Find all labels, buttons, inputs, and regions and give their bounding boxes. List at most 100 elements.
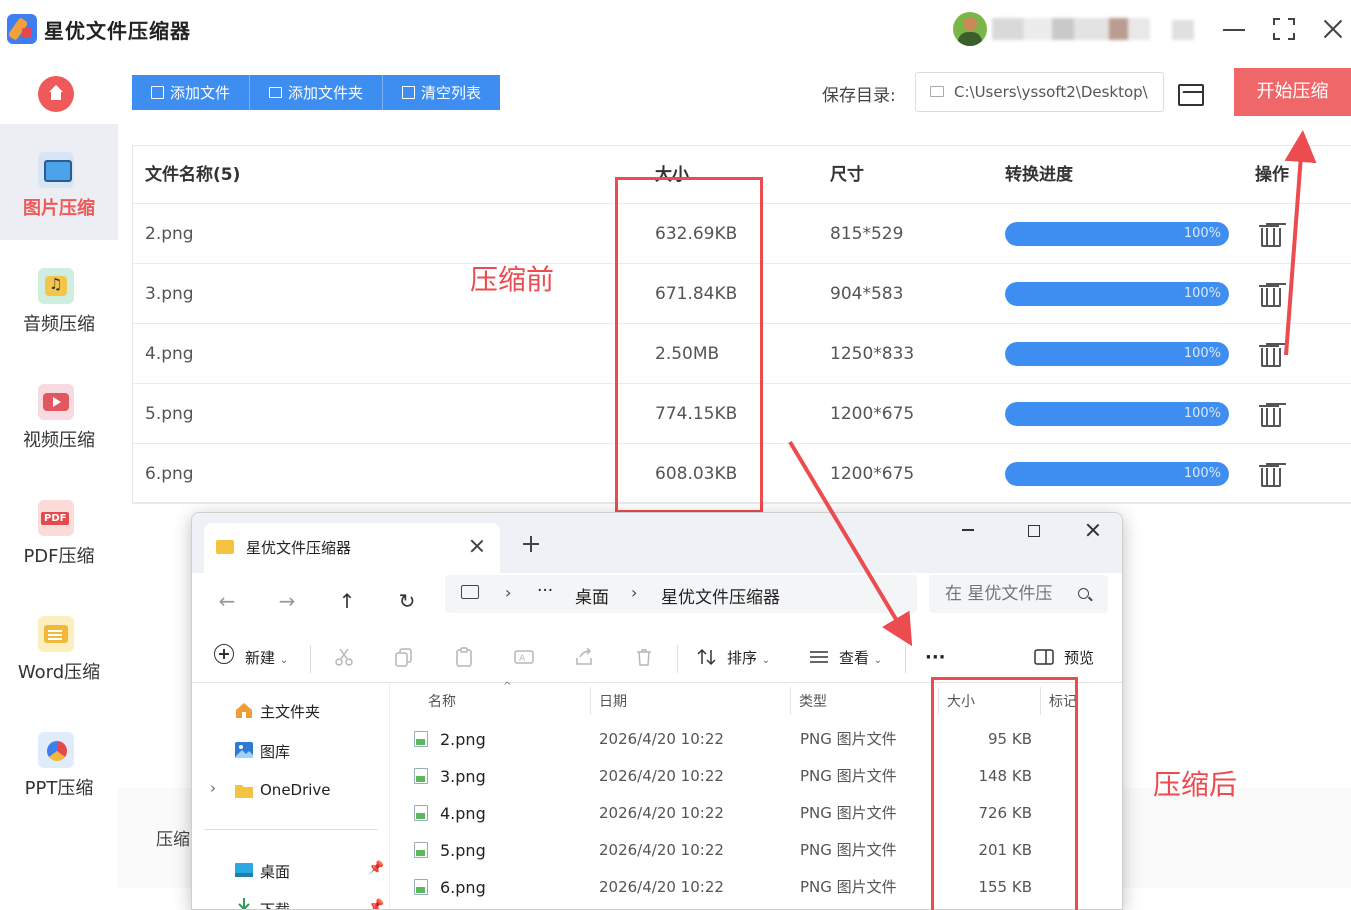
minimize-icon[interactable] [1221,16,1247,42]
add-folder-button[interactable]: 添加文件夹 [250,75,384,110]
sidebar-item-audio[interactable]: 音频压缩 [0,240,118,356]
delete-row-icon[interactable] [1259,283,1281,307]
col-date-header[interactable]: 日期 [599,691,627,711]
new-button[interactable]: 新建 ⌄ [245,643,288,673]
nav-onedrive[interactable]: OneDrive [260,781,331,799]
up-arrow-icon[interactable]: ↑ [335,589,359,613]
preview-button[interactable]: 预览 [1064,643,1094,673]
progress-text: 100% [1183,346,1221,361]
nav-desktop[interactable]: 桌面 [260,861,290,882]
delete-row-icon[interactable] [1259,223,1281,247]
folder-icon [269,87,283,98]
image-icon [38,152,74,188]
forward-arrow-icon[interactable]: → [275,589,299,613]
maximize-icon[interactable] [1271,16,1297,42]
explorer-maximize-icon[interactable] [1028,525,1040,537]
png-file-icon [414,879,428,895]
preview-pane-icon[interactable] [1033,646,1055,668]
sidebar-item-word[interactable]: Word压缩 [0,588,118,704]
view-icon[interactable] [808,646,830,668]
download-icon [234,897,254,909]
trash-icon [402,86,416,99]
sidebar-item-ppt[interactable]: PPT压缩 [0,704,118,820]
pdf-icon [38,500,74,536]
explorer-close-icon[interactable] [1085,522,1101,538]
view-button[interactable]: 查看 ⌄ [839,643,882,673]
nav-divider [204,829,378,830]
share-icon[interactable] [573,646,595,668]
progress-text: 100% [1183,406,1221,421]
file-type: PNG 图片文件 [800,804,897,822]
sidebar-item-label: PDF压缩 [23,546,95,567]
ppt-icon [38,732,74,768]
add-folder-label: 添加文件夹 [288,84,364,102]
clear-list-button[interactable]: 清空列表 [383,75,501,110]
breadcrumb-desktop[interactable]: 桌面 [575,583,609,608]
progress-bar: 100% [1005,402,1229,426]
tab-close-icon[interactable] [468,537,486,555]
breadcrumb-ellipsis[interactable]: ··· [537,581,553,601]
before-size-highlight [615,177,763,513]
word-icon [38,616,74,652]
address-bar[interactable]: › ··· 桌面 › 星优文件压缩器 [445,575,917,613]
col-progress-header: 转换进度 [1005,165,1073,185]
col-name-header[interactable]: 名称 [428,691,456,711]
video-icon [38,384,74,420]
sidebar-item-video[interactable]: 视频压缩 [0,356,118,472]
delete-row-icon[interactable] [1259,343,1281,367]
delete-row-icon[interactable] [1259,403,1281,427]
close-icon[interactable] [1320,16,1346,42]
col-dimensions-header: 尺寸 [830,165,864,185]
file-name: 4.png [440,804,486,823]
sort-icon[interactable] [696,646,718,668]
sidebar-item-image[interactable]: 图片压缩 [0,124,118,240]
file-name: 5.png [440,841,486,860]
file-type: PNG 图片文件 [800,767,897,785]
nav-downloads[interactable]: 下载 [260,899,290,909]
rename-icon[interactable]: A [513,646,535,668]
user-badge-blurred [1172,20,1194,40]
breadcrumb-folder[interactable]: 星优文件压缩器 [661,583,780,608]
explorer-minimize-icon[interactable] [962,521,976,535]
save-path-input[interactable]: C:\Users\yssoft2\Desktop\ [915,72,1164,112]
png-file-icon [414,768,428,784]
cut-icon[interactable] [333,646,355,668]
new-tab-icon[interactable] [522,535,540,553]
sort-label: 排序 [727,649,758,667]
file-name-cell: 3.png [145,284,194,304]
sidebar-item-pdf[interactable]: PDF压缩 [0,472,118,588]
start-compress-button[interactable]: 开始压缩 [1234,68,1351,116]
home-icon[interactable] [38,76,74,112]
sidebar-item-label: PPT压缩 [24,778,94,799]
new-plus-icon[interactable] [214,644,234,664]
chevron-right-icon[interactable]: › [210,779,216,797]
progress-bar: 100% [1005,282,1229,306]
search-icon[interactable] [1078,588,1089,599]
delete-row-icon[interactable] [1259,463,1281,487]
back-arrow-icon[interactable]: ← [215,589,239,613]
pin-icon[interactable]: 📌 [368,861,384,876]
nav-home[interactable]: 主文件夹 [260,701,320,722]
delete-icon[interactable] [633,646,655,668]
col-type-header[interactable]: 类型 [799,691,827,711]
pin-icon[interactable]: 📌 [368,899,384,909]
progress-bar: 100% [1005,462,1229,486]
open-folder-icon[interactable] [1177,82,1204,106]
file-dimensions-cell: 1250*833 [830,344,915,364]
sidebar-item-label: 图片压缩 [23,198,95,219]
file-type: PNG 图片文件 [800,730,897,748]
user-avatar[interactable] [953,12,987,46]
refresh-icon[interactable]: ↻ [395,589,419,613]
explorer-tab[interactable]: 星优文件压缩器 [204,523,500,573]
sort-button[interactable]: 排序 ⌄ [727,643,770,673]
copy-icon[interactable] [393,646,415,668]
file-dimensions-cell: 1200*675 [830,464,915,484]
user-name-blurred [992,18,1150,40]
onedrive-folder-icon [234,782,254,800]
file-date: 2026/4/20 10:22 [599,841,724,859]
add-file-button[interactable]: 添加文件 [132,75,251,110]
nav-gallery[interactable]: 图库 [260,741,290,762]
paste-icon[interactable] [453,646,475,668]
file-icon [151,86,164,99]
more-options-icon[interactable]: ··· [925,643,946,673]
